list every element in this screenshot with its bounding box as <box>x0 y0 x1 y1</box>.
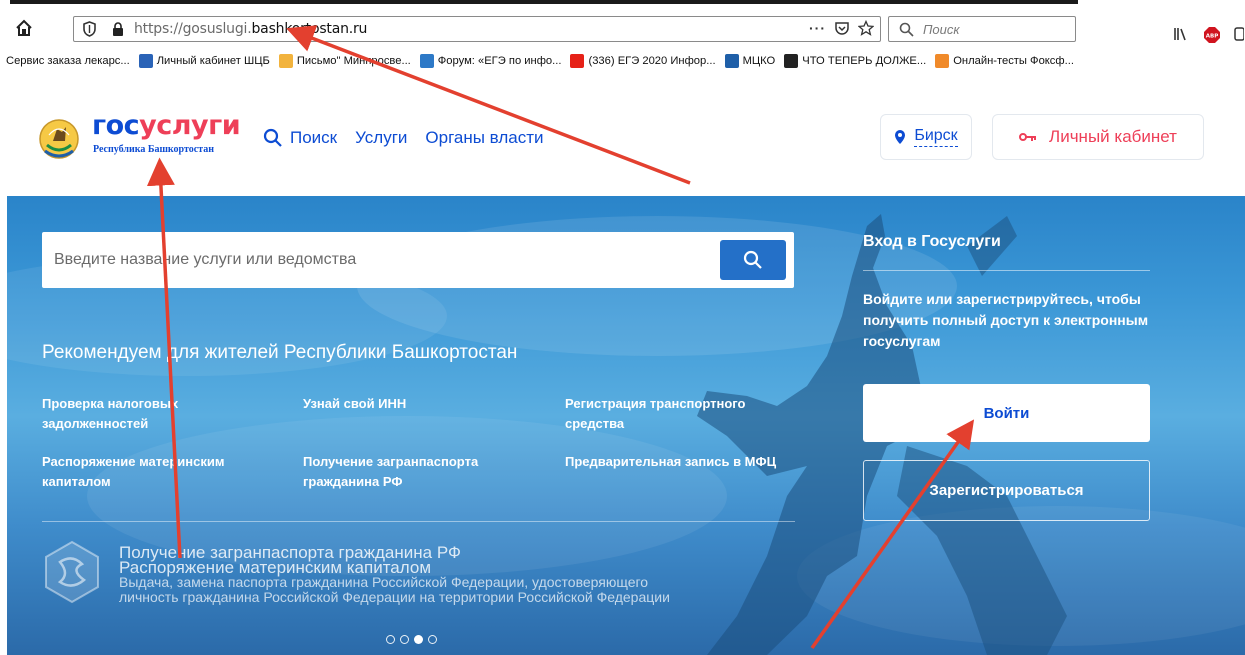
screen: https://gosuslugi.bashkortostan.ru ··· П… <box>0 0 1245 655</box>
bookmark-favicon-icon <box>419 54 434 68</box>
window-top-edge <box>10 0 1078 4</box>
location-pin-icon <box>895 130 906 144</box>
carousel-dot[interactable] <box>386 635 395 644</box>
svg-text:ABP: ABP <box>1206 34 1218 40</box>
key-icon <box>1019 133 1037 141</box>
city-selector-button[interactable]: Бирск <box>880 114 972 160</box>
city-name: Бирск <box>914 127 958 147</box>
bookmark-favicon-icon <box>138 54 153 68</box>
bookmark-label: Письмо" Минпросве... <box>296 55 411 67</box>
bookmark-label: ЧТО ТЕПЕРЬ ДОЛЖЕ... <box>802 55 927 67</box>
recommendation-link[interactable]: Получение загранпаспорта гражданина РФ <box>303 452 523 492</box>
search-icon <box>899 22 914 37</box>
carousel-dot[interactable] <box>414 635 423 644</box>
star-icon[interactable] <box>858 20 874 36</box>
recommendations-title: Рекомендуем для жителей Республики Башко… <box>42 342 518 363</box>
bookmark-item[interactable]: Онлайн-тесты Фоксф... <box>935 54 1074 68</box>
bookmark-item[interactable]: Письмо" Минпросве... <box>278 54 411 68</box>
slide-line[interactable]: Распоряжение материнским капиталом <box>119 559 670 576</box>
login-panel-divider <box>863 270 1150 271</box>
slide-caption: Получение загранпаспорта гражданина РФ Р… <box>119 544 670 605</box>
bookmark-label: Личный кабинет ШЦБ <box>156 55 270 67</box>
recommendation-link[interactable]: Предварительная запись в МФЦ <box>565 452 780 472</box>
register-button[interactable]: Зарегистрироваться <box>863 460 1150 521</box>
nav-search-link[interactable]: Поиск <box>263 128 337 148</box>
nav-authorities-link[interactable]: Органы власти <box>425 128 543 148</box>
shield-icon[interactable] <box>82 21 97 37</box>
bookmark-item[interactable]: Сервис заказа лекарс... <box>6 55 130 67</box>
bookmark-label: Онлайн-тесты Фоксф... <box>953 55 1074 67</box>
login-panel-title: Вход в Госуслуги <box>863 233 1001 250</box>
address-bar[interactable]: https://gosuslugi.bashkortostan.ru ··· <box>73 16 881 42</box>
recommendation-link[interactable]: Проверка налоговых задолженностей <box>42 394 262 434</box>
site-header: госуслуги Республика Башкортостан Поиск … <box>7 90 1245 196</box>
extension-icon[interactable] <box>1234 26 1244 42</box>
logo-region-label: Республика Башкортостан <box>93 144 214 155</box>
hero-divider <box>42 521 795 522</box>
recommendation-link[interactable]: Регистрация транспортного средства <box>565 394 780 434</box>
login-panel-text: Войдите или зарегистрируйтесь, чтобы пол… <box>863 291 1149 349</box>
bookmark-item[interactable]: Форум: «ЕГЭ по инфо... <box>419 54 562 68</box>
login-button[interactable]: Войти <box>863 384 1150 442</box>
gosuslugi-logo[interactable]: госуслуги <box>92 112 241 139</box>
search-icon <box>263 128 282 147</box>
bookmarks-bar: Сервис заказа лекарс... Личный кабинет ШЦ… <box>0 48 1245 74</box>
url-text: https://gosuslugi.bashkortostan.ru <box>134 21 368 37</box>
main-nav: Поиск Услуги Органы власти <box>263 128 543 148</box>
bookmark-favicon-icon <box>278 54 293 68</box>
carousel-dots <box>386 635 437 644</box>
carousel-dot[interactable] <box>428 635 437 644</box>
slide-line: личность гражданина Российской Федерации… <box>119 589 670 605</box>
pocket-icon[interactable] <box>834 20 850 36</box>
bookmark-favicon-icon <box>935 54 950 68</box>
bashkortostan-emblem-icon[interactable] <box>37 115 81 163</box>
bookmark-item[interactable]: (336) ЕГЭ 2020 Инфор... <box>570 54 716 68</box>
nav-services-link[interactable]: Услуги <box>355 128 407 148</box>
service-search-box <box>42 232 794 288</box>
personal-cabinet-label: Личный кабинет <box>1049 127 1177 146</box>
search-icon <box>743 250 762 269</box>
recommendation-link[interactable]: Узнай свой ИНН <box>303 394 523 414</box>
bookmark-favicon-icon <box>570 54 585 68</box>
page-actions-icon[interactable]: ··· <box>809 20 826 36</box>
home-icon[interactable] <box>14 18 34 38</box>
bookmark-favicon-icon <box>724 54 739 68</box>
service-search-button[interactable] <box>720 240 786 280</box>
service-search-input[interactable] <box>54 232 714 288</box>
bookmark-label: Сервис заказа лекарс... <box>6 55 130 67</box>
adblock-icon[interactable]: ABP <box>1203 26 1221 44</box>
browser-search-placeholder: Поиск <box>923 22 960 37</box>
personal-cabinet-button[interactable]: Личный кабинет <box>992 114 1204 160</box>
recommendation-link[interactable]: Распоряжение материнским капиталом <box>42 452 262 492</box>
browser-search-box[interactable]: Поиск <box>888 16 1076 42</box>
bookmark-item[interactable]: Личный кабинет ШЦБ <box>138 54 270 68</box>
browser-toolbar: https://gosuslugi.bashkortostan.ru ··· П… <box>0 8 1245 48</box>
slide-service-icon <box>45 540 99 604</box>
lock-icon[interactable] <box>112 21 124 37</box>
bookmark-label: Форум: «ЕГЭ по инфо... <box>437 55 562 67</box>
slide-line: Выдача, замена паспорта гражданина Росси… <box>119 574 649 590</box>
bookmark-favicon-icon <box>784 54 799 68</box>
nav-search-label: Поиск <box>290 128 338 147</box>
hero-banner: Рекомендуем для жителей Республики Башко… <box>7 196 1245 655</box>
bookmark-item[interactable]: МЦКО <box>724 54 776 68</box>
bookmark-item[interactable]: ЧТО ТЕПЕРЬ ДОЛЖЕ... <box>784 54 926 68</box>
bookmark-label: МЦКО <box>742 55 776 67</box>
bookmark-label: (336) ЕГЭ 2020 Инфор... <box>588 55 716 67</box>
library-icon[interactable] <box>1172 26 1188 42</box>
carousel-dot[interactable] <box>400 635 409 644</box>
